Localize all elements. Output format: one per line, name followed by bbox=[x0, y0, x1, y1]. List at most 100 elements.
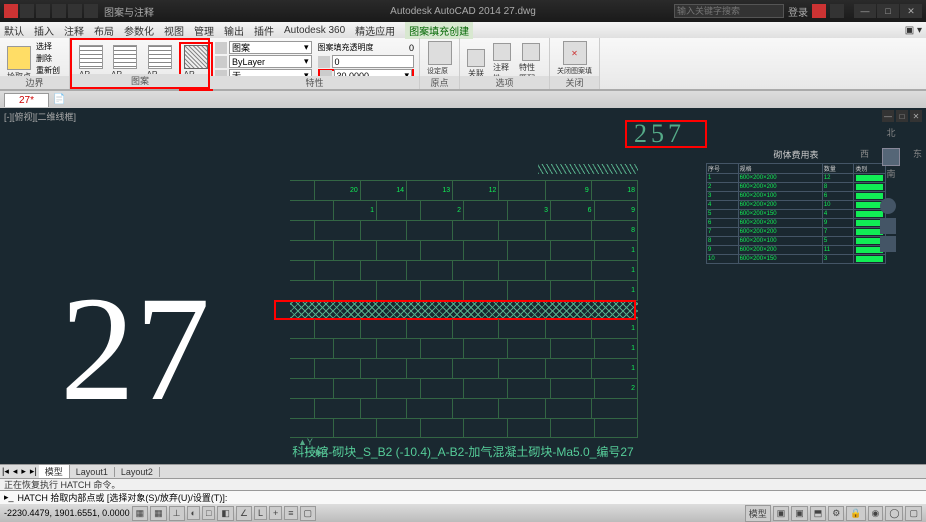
ducs-toggle[interactable]: L bbox=[254, 506, 267, 520]
drawing-canvas[interactable]: [-][俯视][二维线框] — □ ✕ 27 257 20141312918 1… bbox=[0, 108, 926, 464]
angle-icon bbox=[318, 56, 330, 68]
table-row: 6600×200×2009 bbox=[707, 219, 886, 228]
exchange-icon[interactable] bbox=[812, 4, 826, 18]
hatch-thumb-icon bbox=[148, 45, 172, 69]
viewcube[interactable] bbox=[882, 148, 900, 166]
tab-featured[interactable]: 精选应用 bbox=[355, 23, 395, 38]
grid-toggle[interactable]: ▦ bbox=[150, 506, 167, 521]
ortho-toggle[interactable]: ⊥ bbox=[169, 506, 185, 521]
help-search-input[interactable] bbox=[674, 4, 784, 18]
qat: 图案与注释 bbox=[4, 4, 154, 19]
titlebar: 图案与注释 Autodesk AutoCAD 2014 27.dwg 登录 — … bbox=[0, 0, 926, 22]
qview-layouts-icon[interactable]: ▣ bbox=[773, 506, 790, 521]
save-icon[interactable] bbox=[52, 4, 66, 18]
workspace-switch[interactable]: ⚙ bbox=[828, 506, 844, 521]
dyn-toggle[interactable]: + bbox=[269, 506, 282, 520]
tab-annotate[interactable]: 注释 bbox=[64, 23, 84, 38]
hatch-thumb-icon bbox=[184, 45, 208, 69]
tab-manage[interactable]: 管理 bbox=[194, 23, 214, 38]
viewport-min-button[interactable]: — bbox=[882, 110, 894, 122]
brick-drawing: 20141312918 12369 8 1 1 1 1 1 1 2 ▲Y └─▶… bbox=[290, 176, 638, 456]
undo-icon[interactable] bbox=[68, 4, 82, 18]
table-row: 9600×200×20011 bbox=[707, 246, 886, 255]
hardware-accel-icon[interactable]: ◉ bbox=[868, 506, 884, 521]
tab-default[interactable]: 默认 bbox=[4, 23, 24, 38]
tab-expand-icon[interactable]: ▣ ▾ bbox=[905, 25, 922, 36]
osnap-toggle[interactable]: □ bbox=[202, 506, 215, 520]
table-row: 10600×200×1503 bbox=[707, 255, 886, 264]
autocad-logo-icon[interactable] bbox=[4, 4, 18, 18]
app-title: Autodesk AutoCAD 2014 27.dwg bbox=[390, 6, 536, 17]
new-tab-icon[interactable]: 📄 bbox=[53, 94, 65, 105]
orbit-icon[interactable] bbox=[880, 236, 896, 252]
viewport-label[interactable]: [-][俯视][二维线框] bbox=[4, 110, 76, 123]
lock-ui-icon[interactable]: 🔒 bbox=[846, 506, 865, 521]
document-tab[interactable]: 27* bbox=[4, 93, 49, 107]
tab-a360[interactable]: Autodesk 360 bbox=[284, 25, 345, 36]
hatch-thumb-icon bbox=[79, 45, 103, 69]
table-row: 4600×200×20010 bbox=[707, 201, 886, 210]
drawing-title: 科技馆-砌块_S_B2 (-10.4)_A-B2-加气混凝土砌块-Ma5.0_编… bbox=[292, 443, 633, 460]
otrack-toggle[interactable]: ∠ bbox=[236, 506, 252, 521]
tab-plugins[interactable]: 插件 bbox=[254, 23, 274, 38]
maximize-button[interactable]: □ bbox=[877, 4, 899, 18]
3dosnap-toggle[interactable]: ◧ bbox=[217, 506, 234, 521]
new-icon[interactable] bbox=[20, 4, 34, 18]
ribbon-tabs: 默认 插入 注释 布局 参数化 视图 管理 输出 插件 Autodesk 360… bbox=[0, 22, 926, 38]
tab-layout2[interactable]: Layout2 bbox=[115, 467, 160, 477]
lwt-toggle[interactable]: ≡ bbox=[284, 506, 297, 520]
tpy-toggle[interactable]: ▢ bbox=[300, 506, 317, 521]
qview-drawings-icon[interactable]: ▣ bbox=[791, 506, 808, 521]
hatch-type-select[interactable]: 图案▾ bbox=[229, 41, 312, 54]
angle-input[interactable]: 0 bbox=[332, 55, 415, 68]
tab-model[interactable]: 模型 bbox=[39, 465, 70, 478]
tab-view[interactable]: 视图 bbox=[164, 23, 184, 38]
table-row: 2600×200×2008 bbox=[707, 183, 886, 192]
tab-insert[interactable]: 插入 bbox=[34, 23, 54, 38]
viewport-max-button[interactable]: □ bbox=[896, 110, 908, 122]
nav-wheel-icon[interactable] bbox=[880, 198, 896, 214]
close-button[interactable]: ✕ bbox=[900, 4, 922, 18]
coordinates[interactable]: -2230.4479, 1901.6551, 0.0000 bbox=[4, 508, 130, 518]
model-space-button[interactable]: 模型 bbox=[745, 505, 771, 522]
tab-hatch-create[interactable]: 图案填充创建 bbox=[405, 22, 473, 39]
tab-parametric[interactable]: 参数化 bbox=[124, 23, 154, 38]
annotation-scale[interactable]: ⬒ bbox=[810, 506, 827, 521]
polar-toggle[interactable]: ◐ bbox=[187, 506, 200, 520]
layout-nav-first[interactable]: |◂ bbox=[0, 466, 11, 477]
statusbar: -2230.4479, 1901.6551, 0.0000 ▦ ▦ ⊥ ◐ □ … bbox=[0, 504, 926, 522]
type-icon bbox=[215, 42, 227, 54]
viewport-close-button[interactable]: ✕ bbox=[910, 110, 922, 122]
pan-icon[interactable] bbox=[880, 218, 896, 234]
tab-output[interactable]: 输出 bbox=[224, 23, 244, 38]
tab-layout[interactable]: 布局 bbox=[94, 23, 114, 38]
select-button[interactable]: 选择 bbox=[36, 41, 65, 52]
user-label[interactable]: 登录 bbox=[788, 4, 808, 19]
layout-nav-last[interactable]: ▸| bbox=[28, 466, 39, 477]
command-input[interactable]: ▸_ HATCH 拾取内部点或 [选择对象(S)/放弃(U)/设置(T)]: bbox=[0, 490, 926, 504]
annot-icon bbox=[493, 43, 511, 61]
watermark-number: 27 bbox=[60, 263, 210, 435]
table-row: 1600×200×20012 bbox=[707, 174, 886, 183]
panel-pattern: AR-B88 AR-BRELM AR-BRSTD AR-CONC 图案 bbox=[70, 38, 210, 89]
table-row: 8600×200×1005 bbox=[707, 237, 886, 246]
redo-icon[interactable] bbox=[84, 4, 98, 18]
isolate-objects-icon[interactable]: ◯ bbox=[885, 506, 903, 521]
material-table: 砌体费用表 序号规格数量类别 1600×200×20012 2600×200×2… bbox=[706, 148, 886, 264]
hatch-top-icon bbox=[538, 164, 638, 174]
panel-boundary: 拾取点 选择 删除 重新创建 边界 bbox=[0, 38, 70, 89]
layout-nav-prev[interactable]: ◂ bbox=[11, 466, 20, 477]
panel-options: 关联 注释性 特性匹配 选项 bbox=[460, 38, 550, 89]
layout-nav-next[interactable]: ▸ bbox=[19, 466, 28, 477]
minimize-button[interactable]: — bbox=[854, 4, 876, 18]
hatch-color-select[interactable]: ByLayer▾ bbox=[229, 55, 312, 68]
tab-layout1[interactable]: Layout1 bbox=[70, 467, 115, 477]
layout-tabs: |◂ ◂ ▸ ▸| 模型 Layout1 Layout2 bbox=[0, 464, 926, 478]
clean-screen-icon[interactable]: ▢ bbox=[905, 506, 922, 521]
help-icon[interactable] bbox=[830, 4, 844, 18]
cmd-icon: ▸_ bbox=[4, 492, 14, 503]
remove-button[interactable]: 删除 bbox=[36, 53, 65, 64]
assoc-icon bbox=[467, 49, 485, 67]
open-icon[interactable] bbox=[36, 4, 50, 18]
snap-toggle[interactable]: ▦ bbox=[132, 506, 149, 521]
